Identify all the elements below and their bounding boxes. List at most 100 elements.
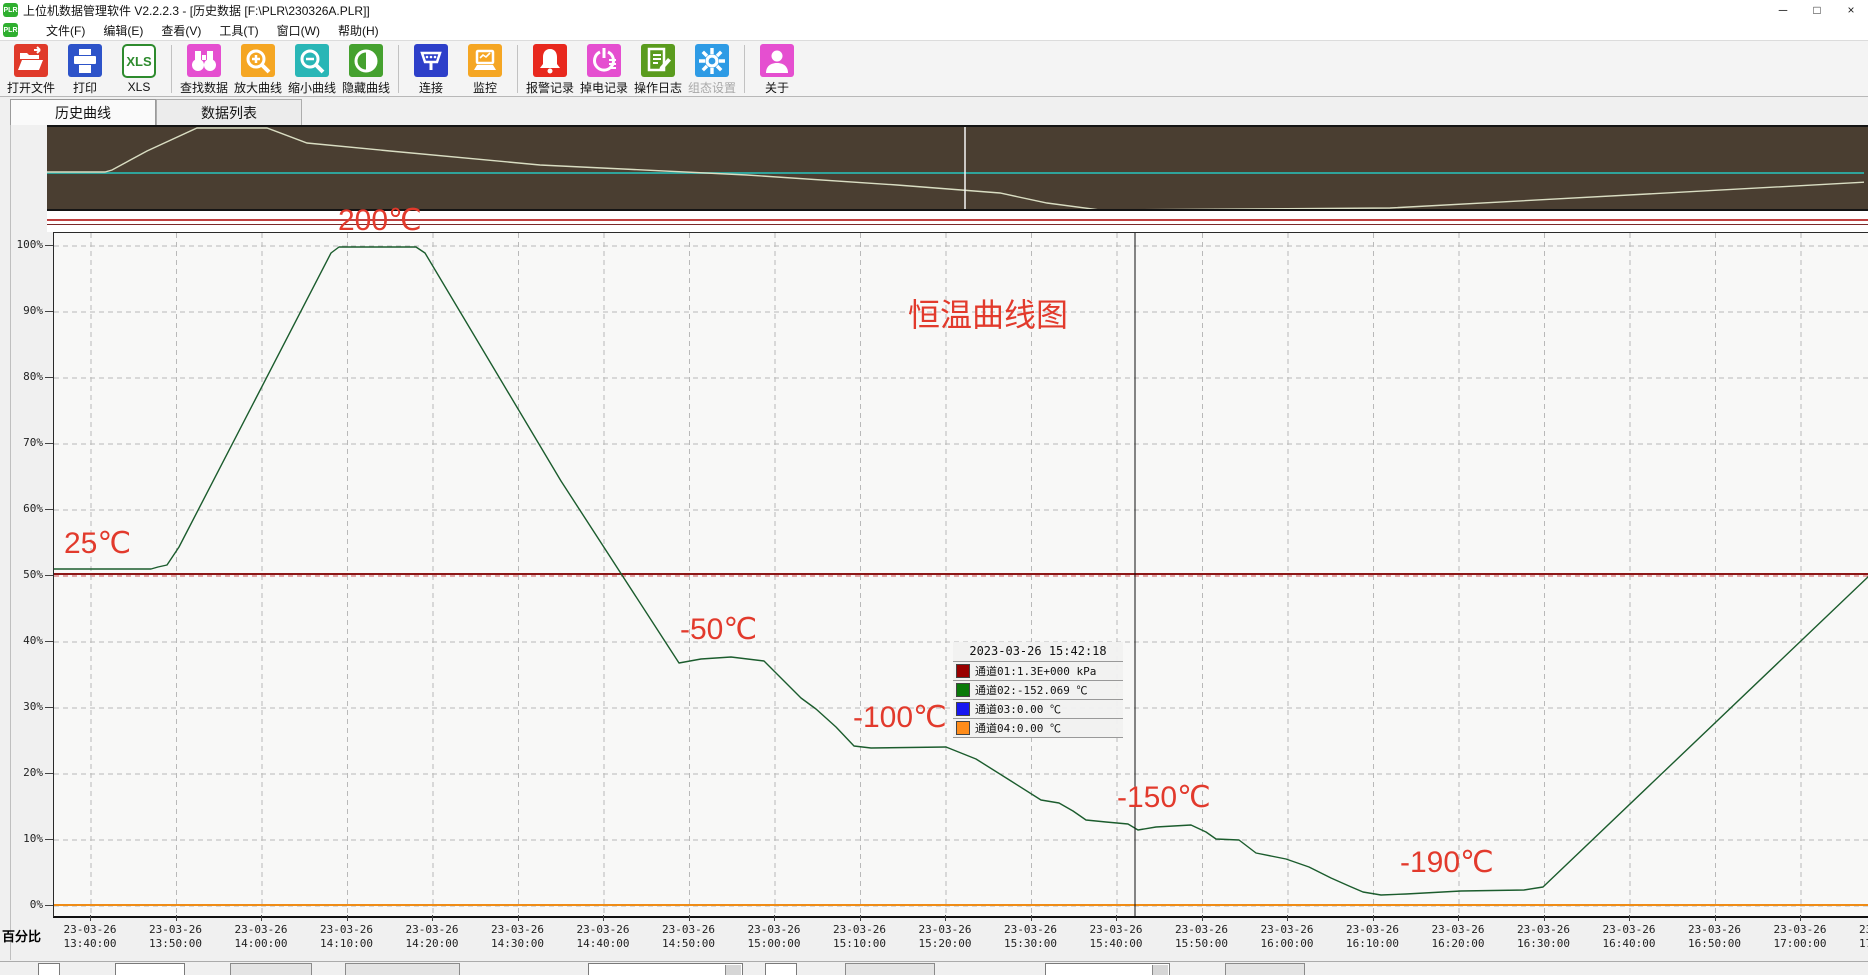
toolbar-button-label: 掉电记录 <box>580 79 628 96</box>
y-tick-mark <box>45 509 53 510</box>
channel-value-text: 通道02:-152.069 ℃ <box>975 682 1087 698</box>
x-tick-mark <box>1629 915 1630 921</box>
channel-color-swatch <box>956 683 970 697</box>
channel-value-text: 通道04:0.00 ℃ <box>975 720 1061 736</box>
connector-button[interactable]: 连接 <box>404 41 458 96</box>
menu-item-1[interactable]: 文件(F) <box>37 20 94 40</box>
toolbar-button-label: 组态设置 <box>688 79 736 96</box>
y-tick-label: 30% <box>5 700 43 714</box>
hide-curve-button[interactable]: 隐藏曲线 <box>339 41 393 96</box>
bottom-control-fragment[interactable] <box>1225 963 1305 975</box>
y-tick-label: 100% <box>5 238 43 252</box>
x-tick-label: 23-03-2614:40:00 <box>566 923 640 951</box>
x-tick-label: 23-03-2614:30:00 <box>481 923 555 951</box>
title-bar: PLR 上位机数据管理软件 V2.2.2.3 - [历史数据 [F:\PLR\2… <box>0 0 1868 21</box>
x-tick-mark <box>347 915 348 921</box>
x-tick-label: 23-03-2614:50:00 <box>652 923 726 951</box>
x-tick-label: 23-03-2617:00:00 <box>1763 923 1837 951</box>
toolbar-button-label: 关于 <box>765 79 789 96</box>
xls-button[interactable]: XLSXLS <box>112 41 166 96</box>
close-button[interactable]: × <box>1834 0 1868 20</box>
printer-button[interactable]: 打印 <box>58 41 112 96</box>
menu-item-2[interactable]: 编辑(E) <box>94 20 152 40</box>
power-log-button[interactable]: 掉电记录 <box>577 41 631 96</box>
x-tick-mark <box>860 915 861 921</box>
menu-item-6[interactable]: 帮助(H) <box>329 20 388 40</box>
menu-item-4[interactable]: 工具(T) <box>210 20 267 40</box>
toolbar-button-label: 查找数据 <box>180 79 228 96</box>
monitor-button[interactable]: 监控 <box>458 41 512 96</box>
open-file-button[interactable]: 打开文件 <box>4 41 58 96</box>
toolbar-button-label: 隐藏曲线 <box>342 79 390 96</box>
tooltip-channel-row: 通道04:0.00 ℃ <box>953 719 1123 738</box>
tab-history-curve[interactable]: 历史曲线 <box>10 99 156 125</box>
chart-title: 恒温曲线图 <box>908 290 1068 336</box>
x-tick-label: 23-03-2615:50:00 <box>1165 923 1239 951</box>
bottom-control-fragment[interactable] <box>345 963 460 975</box>
x-tick-mark <box>603 915 604 921</box>
binoculars-icon <box>187 44 221 77</box>
gear-icon <box>695 44 729 77</box>
zoom-in-icon <box>241 44 275 77</box>
toolbar-button-label: 连接 <box>419 79 443 96</box>
menu-item-3[interactable]: 查看(V) <box>152 20 210 40</box>
toolbar-button-label: 放大曲线 <box>234 79 282 96</box>
power-log-icon <box>587 44 621 77</box>
y-axis-title: 百分比 <box>2 926 41 945</box>
toolbar-button-label: 打开文件 <box>7 79 55 96</box>
bottom-control-fragment[interactable] <box>765 963 797 975</box>
y-tick-mark <box>45 773 53 774</box>
tooltip-timestamp: 2023-03-26 15:42:18 <box>953 642 1123 662</box>
binoculars-button[interactable]: 查找数据 <box>177 41 231 96</box>
x-tick-mark <box>1373 915 1374 921</box>
chart-gap <box>47 211 1868 232</box>
minimize-button[interactable]: ─ <box>1766 0 1800 20</box>
zoom-in-button[interactable]: 放大曲线 <box>231 41 285 96</box>
y-tick-label: 60% <box>5 502 43 516</box>
document-icon: PLR <box>3 23 18 37</box>
y-tick-mark <box>45 311 53 312</box>
toolbar-button-label: 监控 <box>473 79 497 96</box>
app-window: PLR 上位机数据管理软件 V2.2.2.3 - [历史数据 [F:\PLR\2… <box>0 0 1868 975</box>
maximize-button[interactable]: □ <box>1800 0 1834 20</box>
overview-navigator[interactable] <box>47 125 1868 211</box>
tab-data-list[interactable]: 数据列表 <box>156 99 302 125</box>
printer-icon <box>68 44 102 77</box>
y-tick-label: 10% <box>5 832 43 846</box>
y-tick-label: 70% <box>5 436 43 450</box>
x-tick-mark <box>689 915 690 921</box>
operation-log-icon <box>641 44 675 77</box>
y-tick-label: 20% <box>5 766 43 780</box>
temperature-annotation: -150℃ <box>1117 780 1211 815</box>
x-tick-label: 23-03-2616:10:00 <box>1336 923 1410 951</box>
bottom-control-fragment[interactable] <box>588 963 743 975</box>
x-tick-label: 23-03-2614:10:00 <box>310 923 384 951</box>
gear-button[interactable]: 组态设置 <box>685 41 739 96</box>
bottom-control-fragment[interactable] <box>230 963 312 975</box>
toolbar-button-label: 缩小曲线 <box>288 79 336 96</box>
x-tick-label: 23-03-2615:40:00 <box>1079 923 1153 951</box>
x-tick-label: 23-03-2615:30:00 <box>994 923 1068 951</box>
menu-item-5[interactable]: 窗口(W) <box>268 20 329 40</box>
bottom-control-fragment[interactable] <box>1045 963 1170 975</box>
x-tick-mark <box>774 915 775 921</box>
y-tick-label: 80% <box>5 370 43 384</box>
y-tick-mark <box>45 575 53 576</box>
bottom-control-fragment[interactable] <box>38 963 60 975</box>
tooltip-channel-row: 通道01:1.3E+000 kPa <box>953 662 1123 681</box>
x-tick-label: 23-03-2614:20:00 <box>395 923 469 951</box>
alarm-bell-button[interactable]: 报警记录 <box>523 41 577 96</box>
x-tick-label: 23-03-2613:50:00 <box>139 923 213 951</box>
zoom-out-button[interactable]: 缩小曲线 <box>285 41 339 96</box>
channel-color-swatch <box>956 664 970 678</box>
separator-line-red <box>47 219 1868 221</box>
toolbar-separator <box>398 45 399 93</box>
channel-value-text: 通道01:1.3E+000 kPa <box>975 663 1096 679</box>
about-user-button[interactable]: 关于 <box>750 41 804 96</box>
x-tick-label: 23-03-2615:20:00 <box>908 923 982 951</box>
toolbar-separator <box>744 45 745 93</box>
temperature-annotation: -190℃ <box>1400 845 1494 880</box>
bottom-control-fragment[interactable] <box>845 963 935 975</box>
operation-log-button[interactable]: 操作日志 <box>631 41 685 96</box>
bottom-control-fragment[interactable] <box>115 963 185 975</box>
